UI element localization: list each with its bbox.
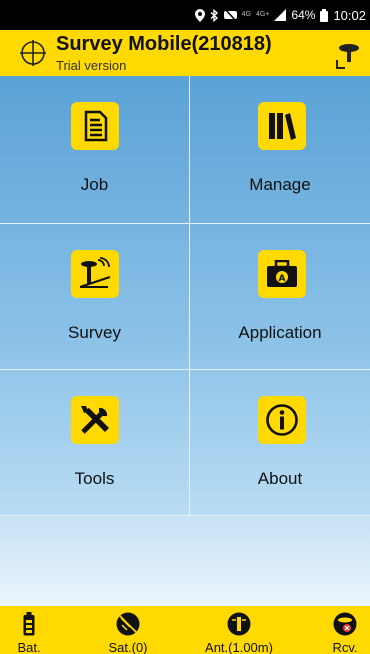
job-tile[interactable]: Job: [0, 76, 190, 224]
about-tile[interactable]: About: [190, 370, 370, 516]
books-icon: [258, 102, 306, 150]
satellite-status-label: Sat.(0): [108, 640, 148, 654]
battery-level-icon: [23, 612, 35, 636]
manage-tile[interactable]: Manage: [190, 76, 370, 224]
antenna-status-label: Ant.(1.00m): [205, 640, 273, 654]
receiver-connect-icon[interactable]: [334, 42, 360, 70]
wrench-screwdriver-icon: [71, 396, 119, 444]
survey-rover-icon: [71, 250, 119, 298]
receiver-status-label: Rcv.: [332, 640, 358, 654]
network-type-2: 4G+: [255, 11, 270, 18]
antenna-status[interactable]: Ant.(1.00m): [194, 606, 284, 654]
info-icon: [258, 396, 306, 444]
tools-label: Tools: [74, 469, 115, 488]
document-icon: [71, 102, 119, 150]
satellite-status[interactable]: Sat.(0): [93, 606, 163, 654]
system-status-bar: 4G 4G+ 64% 10:02: [0, 0, 370, 30]
job-label: Job: [80, 175, 109, 194]
receiver-disconnected-icon: [333, 612, 357, 636]
mute-icon: [223, 9, 237, 21]
battery-status-label: Bat.: [17, 640, 41, 654]
manage-label: Manage: [249, 175, 311, 194]
toolbox-icon: A: [258, 250, 306, 298]
network-type-1: 4G: [241, 11, 251, 18]
svg-text:A: A: [279, 274, 286, 284]
main-menu-grid: Job Manage Survey A Application Tools Ab…: [0, 76, 370, 516]
satellite-icon: [116, 612, 140, 636]
clock: 10:02: [333, 7, 366, 23]
receiver-status[interactable]: Rcv.: [320, 606, 370, 654]
battery-status[interactable]: Bat.: [0, 606, 58, 654]
tools-tile[interactable]: Tools: [0, 370, 190, 516]
bluetooth-icon: [210, 8, 219, 22]
empty-area: [0, 516, 370, 606]
battery-icon: [320, 8, 329, 22]
survey-tile[interactable]: Survey: [0, 224, 190, 370]
location-icon: [194, 8, 205, 22]
bottom-status-bar: Bat. Sat.(0) Ant.(1.00m) Rcv.: [0, 606, 370, 654]
survey-label: Survey: [68, 323, 121, 342]
application-tile[interactable]: A Application: [190, 224, 370, 370]
battery-percent: 64%: [291, 8, 316, 22]
crosshair-logo-icon: [20, 40, 46, 66]
app-title: Survey Mobile(210818): [56, 33, 272, 55]
antenna-height-icon: [227, 612, 251, 636]
app-header: Survey Mobile(210818) Trial version: [0, 30, 370, 76]
app-subtitle: Trial version: [56, 58, 127, 73]
signal-icon: [274, 9, 287, 21]
about-label: About: [257, 469, 303, 488]
application-label: Application: [238, 323, 322, 342]
